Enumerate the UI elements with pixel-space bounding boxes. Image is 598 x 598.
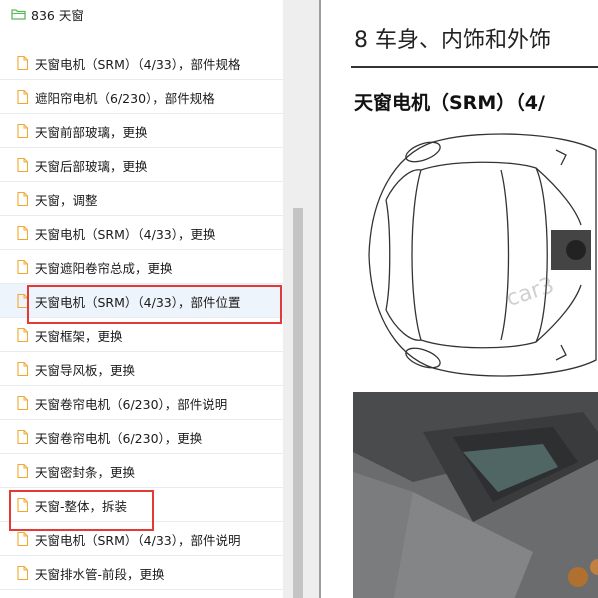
tree-item[interactable]: 天窗排水管-前段，更换 (0, 556, 283, 590)
tree-item-label: 天窗前部玻璃，更换 (35, 124, 148, 140)
vehicle-diagram (368, 133, 597, 377)
document-icon (17, 124, 28, 138)
tree-item-label: 天窗电机（SRM）（4/33），部件说明 (35, 532, 241, 548)
document-icon (17, 192, 28, 206)
tree-item[interactable]: 天窗，调整 (0, 182, 283, 216)
tree-item-label: 遮阳帘电机（6/230），部件规格 (35, 90, 215, 106)
tree-item-label: 天窗遮阳卷帘总成，更换 (35, 260, 173, 276)
tree-item-label: 天窗密封条，更换 (35, 464, 136, 480)
document-icon (17, 362, 28, 376)
tree-item[interactable]: 遮阳帘电机（6/230），部件规格 (0, 80, 283, 114)
tree-item-label: 天窗框架，更换 (35, 328, 123, 344)
document-icon (17, 158, 28, 172)
tree-item[interactable]: 天窗前部玻璃，更换 (0, 114, 283, 148)
tree-item[interactable]: 天窗卷帘电机（6/230），更换 (0, 420, 283, 454)
navigation-tree: 836 天窗 天窗电机（SRM）（4/33），部件规格 遮阳帘电机（6/230），… (0, 0, 283, 598)
document-icon (17, 226, 28, 240)
tree-item[interactable]: 天窗电机（SRM）（4/33），部件规格 (0, 46, 283, 80)
section-title: 天窗电机（SRM）（4/ (354, 92, 545, 114)
tree-item[interactable]: 天窗框架，更换 (0, 318, 283, 352)
tree-item[interactable]: 天窗卷帘电机（6/230），部件说明 (0, 386, 283, 420)
tree-item[interactable]: 天窗遮阳卷帘总成，更换 (0, 250, 283, 284)
folder-label: 836 天窗 (31, 7, 84, 23)
tree-item-label: 天窗-整体，拆装 (35, 498, 128, 514)
row-separator (0, 589, 283, 590)
scrollbar-thumb[interactable] (293, 208, 303, 598)
tree-item[interactable]: 天窗后部玻璃，更换 (0, 148, 283, 182)
tree-item-label: 天窗后部玻璃，更换 (35, 158, 148, 174)
tree-item[interactable]: 天窗电机（SRM）（4/33），部件说明 (0, 522, 283, 556)
document-icon (17, 396, 28, 410)
document-icon (17, 294, 28, 308)
tree-item-label: 天窗，调整 (35, 192, 98, 208)
tree-item-label: 天窗导风板，更换 (35, 362, 136, 378)
document-icon (17, 260, 28, 274)
tree-folder-sunroof[interactable]: 836 天窗 (0, 0, 283, 28)
document-icon (17, 498, 28, 512)
document-icon (17, 56, 28, 70)
tree-item-label: 天窗排水管-前段，更换 (35, 566, 165, 582)
folder-open-icon (11, 9, 26, 20)
document-icon (17, 464, 28, 478)
document-icon (17, 566, 28, 580)
document-icon (17, 328, 28, 342)
chapter-title: 8 车身、内饰和外饰 (354, 28, 551, 53)
tree-item-label: 天窗卷帘电机（6/230），更换 (35, 430, 203, 446)
tree-item-label: 天窗卷帘电机（6/230），部件说明 (35, 396, 228, 412)
tree-item[interactable]: 天窗-整体，拆装 (0, 488, 283, 522)
document-icon (17, 532, 28, 546)
component-photo (353, 392, 598, 598)
tree-item-label: 天窗电机（SRM）（4/33），部件规格 (35, 56, 241, 72)
tree-item[interactable]: 天窗电机（SRM）（4/33），部件位置 (0, 284, 283, 318)
chapter-rule (351, 66, 598, 68)
document-viewer: 8 车身、内饰和外饰 天窗电机（SRM）（4/ car3 (321, 0, 598, 598)
tree-item[interactable]: 天窗导风板，更换 (0, 352, 283, 386)
tree-item-label: 天窗电机（SRM）（4/33），更换 (35, 226, 216, 242)
document-icon (17, 430, 28, 444)
tree-item[interactable]: 天窗密封条，更换 (0, 454, 283, 488)
tree-scrollbar[interactable] (283, 0, 319, 598)
tree-item-label: 天窗电机（SRM）（4/33），部件位置 (35, 294, 241, 310)
tree-item[interactable]: 天窗电机（SRM）（4/33），更换 (0, 216, 283, 250)
document-icon (17, 90, 28, 104)
